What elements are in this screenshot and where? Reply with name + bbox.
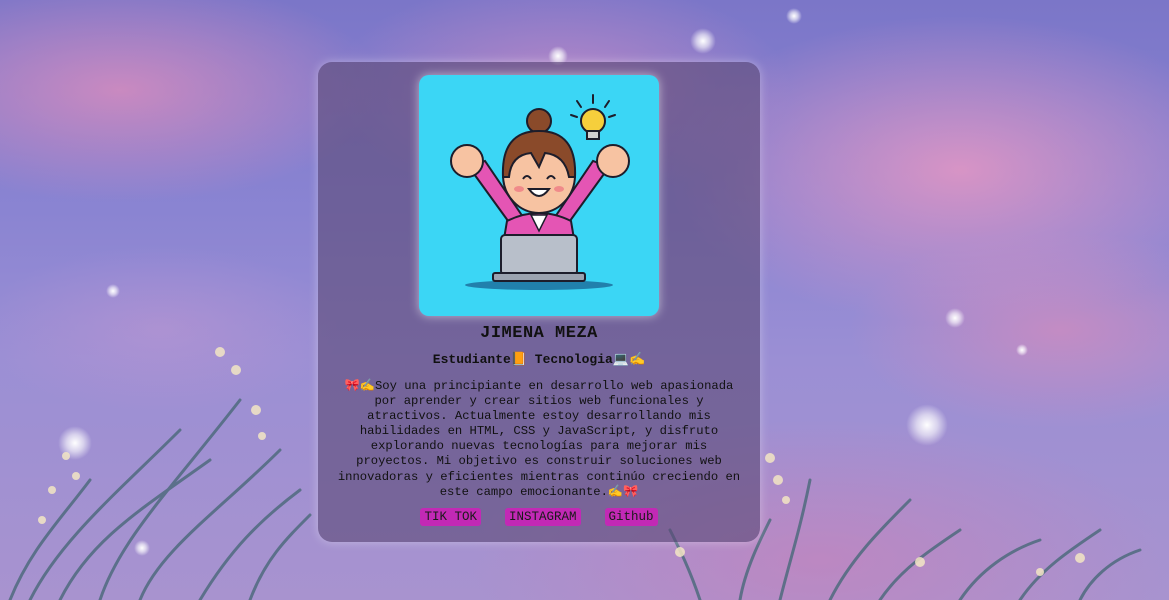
profile-card: JIMENA MEZA Estudiante📙 Tecnologia💻✍️ 🎀✍…	[318, 62, 760, 542]
profile-role: Estudiante📙 Tecnologia💻✍️	[432, 352, 646, 367]
social-links: TIK TOK INSTAGRAM Github	[318, 508, 760, 526]
lightbulb-icon	[570, 94, 616, 140]
profile-bio: 🎀✍️Soy una principiante en desarrollo we…	[337, 379, 741, 499]
instagram-button[interactable]: INSTAGRAM	[504, 508, 581, 526]
sparkle-decoration	[945, 308, 965, 328]
sparkle-decoration	[106, 284, 120, 298]
profile-name: JIMENA MEZA	[480, 324, 598, 343]
sparkle-decoration	[786, 8, 802, 24]
avatar	[419, 75, 659, 316]
github-button[interactable]: Github	[604, 508, 658, 526]
sparkle-decoration	[690, 28, 716, 54]
girl-laptop-lightbulb-icon	[450, 94, 630, 290]
tiktok-button[interactable]: TIK TOK	[420, 508, 481, 526]
